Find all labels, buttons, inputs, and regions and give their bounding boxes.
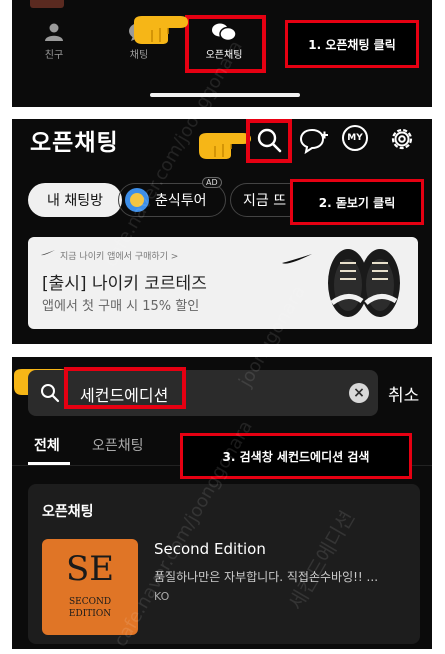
step1-callout: 1. 오픈채팅 클릭 [285,20,419,68]
search-icon [41,384,60,403]
highlight-search-input [64,367,186,409]
sneakers-image [328,249,400,317]
step2-open-chat-panel: 오픈채팅 MY 내 채팅방 춘식투어 AD 지금 뜨 2. 돋보기 클릭 지금 … [12,119,432,344]
chip-spring-tour-label: 춘식투어 [155,193,207,209]
home-indicator [150,93,300,97]
my-badge-text: MY [347,133,363,143]
banner-small-text: 지금 나이키 앱에서 구매하기 > [60,252,179,262]
chunsik-avatar-icon [125,188,149,212]
step2-callout: 2. 돋보기 클릭 [290,179,424,225]
highlight-open-chat-tab [185,15,266,73]
page-title: 오픈채팅 [30,130,119,156]
logo-text-line2: EDITION [68,609,112,619]
nike-swoosh-icon [41,250,55,256]
result-description: 품질하나만은 자부합니다. 직접손수바잉!! ... [154,570,379,584]
highlight-search-icon [246,119,292,163]
chip-my-chats[interactable]: 내 채팅방 [28,183,122,217]
my-profile-icon[interactable]: MY [342,125,368,151]
clear-search-icon[interactable]: × [349,383,369,403]
tab-friends[interactable]: 친구 [14,22,94,61]
new-chat-icon[interactable] [299,127,329,155]
banner-subtitle: 앱에서 첫 구매 시 15% 할인 [42,299,200,314]
chip-spring-tour[interactable]: 춘식투어 [118,183,226,217]
tab-open-chat[interactable]: 오픈채팅 [92,435,144,455]
step1-tabbar-panel: 친구 채팅 오픈채팅 1. 오픈채팅 클릭 [12,0,432,107]
tab-chats-label: 채팅 [129,50,149,61]
second-edition-logo-thumbnail[interactable]: SE SECOND EDITION [42,539,138,635]
step3-search-panel: 세컨드에디션 × 취소 전체 오픈채팅 3. 검색창 세컨드에디션 검색 오픈채… [12,357,432,649]
person-icon [45,23,63,41]
step2-callout-text: 2. 돋보기 클릭 [318,195,396,210]
result-country: KO [154,590,170,603]
cancel-button[interactable]: 취소 [388,381,419,406]
chip-my-chats-label: 내 채팅방 [47,193,103,209]
ad-badge: AD [202,177,222,188]
tab-friends-label: 친구 [44,50,64,61]
nike-logo-icon [282,254,312,264]
result-section-title: 오픈채팅 [42,504,94,520]
nike-ad-banner[interactable]: 지금 나이키 앱에서 구매하기 > [출시] 나이키 코르테즈 앱에서 첫 구매… [28,237,418,329]
pointing-hand-icon [199,133,251,159]
settings-icon[interactable] [388,125,416,153]
banner-title: [출시] 나이키 코르테즈 [42,274,207,294]
logo-mark: SE [65,549,115,589]
step3-callout: 3. 검색창 세컨드에디션 검색 [180,433,412,479]
step3-callout-text: 3. 검색창 세컨드에디션 검색 [222,449,370,464]
chip-trending-now-label: 지금 뜨 [243,193,287,209]
logo-text-line1: SECOND [68,597,112,607]
cropped-thumbnail [30,0,64,8]
step1-callout-text: 1. 오픈채팅 클릭 [308,37,396,52]
open-chat-result-card: 오픈채팅 SE SECOND EDITION Second Edition 품질… [28,484,420,644]
tab-all[interactable]: 전체 [34,435,60,455]
result-name[interactable]: Second Edition [154,540,266,558]
pointing-hand-icon [134,16,188,44]
